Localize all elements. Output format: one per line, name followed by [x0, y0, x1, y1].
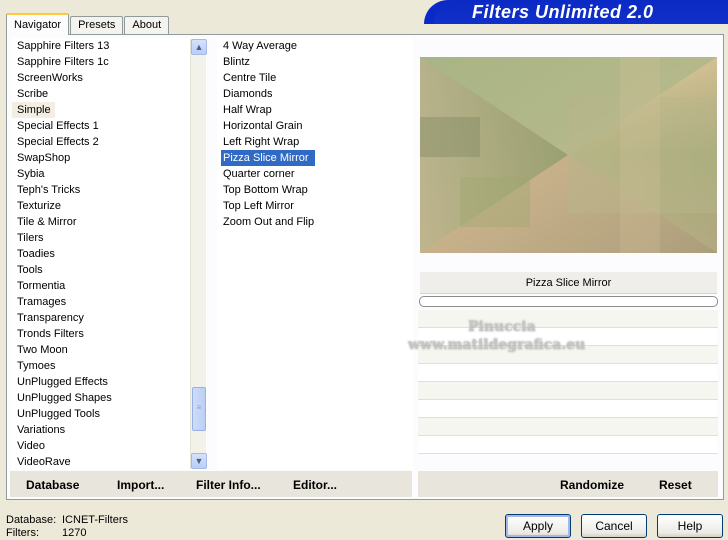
- category-item[interactable]: ScreenWorks: [12, 70, 207, 86]
- category-item[interactable]: Tormentia: [12, 278, 207, 294]
- filter-item[interactable]: Blintz: [217, 54, 413, 70]
- category-item[interactable]: SwapShop: [12, 150, 207, 166]
- preview-filter-name: Pizza Slice Mirror: [420, 272, 717, 294]
- scroll-down-arrow-icon[interactable]: ▼: [191, 453, 207, 469]
- category-item[interactable]: Texturize: [12, 198, 207, 214]
- category-item[interactable]: VideoRave: [12, 454, 207, 470]
- category-item[interactable]: UnPlugged Effects: [12, 374, 207, 390]
- filter-preview-image: [420, 57, 717, 253]
- category-item[interactable]: Tile & Mirror: [12, 214, 207, 230]
- category-item[interactable]: Sybia: [12, 166, 207, 182]
- database-label: Database:: [6, 514, 57, 526]
- filter-item[interactable]: Zoom Out and Flip: [217, 214, 413, 230]
- category-item[interactable]: Transparency: [12, 310, 207, 326]
- filter-item[interactable]: Left Right Wrap: [217, 134, 413, 150]
- link-bar-left: Database Import... Filter Info... Editor…: [10, 471, 412, 497]
- app-title: Filters Unlimited 2.0: [472, 2, 654, 22]
- filter-item[interactable]: 4 Way Average: [217, 38, 413, 54]
- apply-button[interactable]: Apply: [505, 514, 571, 538]
- category-item[interactable]: Toadies: [12, 246, 207, 262]
- category-item[interactable]: Tilers: [12, 230, 207, 246]
- preview-pattern: [420, 57, 717, 253]
- scroll-up-arrow-icon[interactable]: ▲: [191, 39, 207, 55]
- category-item[interactable]: Teph's Tricks: [12, 182, 207, 198]
- link-bar-right: Randomize Reset: [418, 471, 718, 497]
- filter-item[interactable]: Half Wrap: [217, 102, 413, 118]
- category-item[interactable]: UnPlugged Tools: [12, 406, 207, 422]
- randomize-button[interactable]: Randomize: [560, 478, 624, 492]
- category-item[interactable]: UnPlugged Shapes: [12, 390, 207, 406]
- filter-item[interactable]: Horizontal Grain: [217, 118, 413, 134]
- filter-info-button[interactable]: Filter Info...: [196, 478, 261, 492]
- filter-item[interactable]: Diamonds: [217, 86, 413, 102]
- filter-item[interactable]: Top Bottom Wrap: [217, 182, 413, 198]
- help-button[interactable]: Help: [657, 514, 723, 538]
- category-list[interactable]: Sapphire Filters 13 Sapphire Filters 1c Sc…: [12, 38, 207, 470]
- category-item[interactable]: Scribe: [12, 86, 207, 102]
- progress-bar: [419, 296, 718, 307]
- cancel-button[interactable]: Cancel: [581, 514, 647, 538]
- category-item[interactable]: Tymoes: [12, 358, 207, 374]
- category-item[interactable]: Variations: [12, 422, 207, 438]
- tab-navigator[interactable]: Navigator: [6, 13, 70, 35]
- filter-item[interactable]: Centre Tile: [217, 70, 413, 86]
- tab-about[interactable]: About: [124, 16, 170, 34]
- category-item[interactable]: Tramages: [12, 294, 207, 310]
- category-item[interactable]: Special Effects 1: [12, 118, 207, 134]
- filters-label: Filters:: [6, 527, 39, 539]
- category-item[interactable]: Simple: [12, 102, 55, 118]
- category-item[interactable]: Special Effects 2: [12, 134, 207, 150]
- status-info: Database: ICNET-Filters Filters: 1270: [6, 514, 128, 540]
- tab-strip: Navigator Presets About: [6, 12, 170, 35]
- category-item[interactable]: Tools: [12, 262, 207, 278]
- category-item[interactable]: Sapphire Filters 13: [12, 38, 207, 54]
- filters-count: 1270: [62, 527, 87, 539]
- reset-button[interactable]: Reset: [659, 478, 692, 492]
- filter-list[interactable]: 4 Way Average Blintz Centre Tile Diamonds Ha…: [217, 38, 413, 470]
- filter-item[interactable]: Pizza Slice Mirror: [221, 150, 315, 166]
- watermark: Pinuccia www.matildegrafica.eu: [408, 319, 586, 353]
- category-item[interactable]: Video: [12, 438, 207, 454]
- category-item[interactable]: Tronds Filters: [12, 326, 207, 342]
- database-button[interactable]: Database: [26, 478, 79, 492]
- filter-item[interactable]: Quarter corner: [217, 166, 413, 182]
- tab-presets[interactable]: Presets: [70, 16, 124, 34]
- import-button[interactable]: Import...: [117, 478, 164, 492]
- category-item[interactable]: Sapphire Filters 1c: [12, 54, 207, 70]
- title-banner: Filters Unlimited 2.0: [424, 0, 728, 24]
- category-item[interactable]: Two Moon: [12, 342, 207, 358]
- category-scrollbar[interactable]: ▲ ≡ ▼: [190, 39, 207, 469]
- database-value: ICNET-Filters: [62, 514, 128, 526]
- editor-button[interactable]: Editor...: [293, 478, 337, 492]
- scroll-thumb[interactable]: ≡: [192, 387, 206, 431]
- filter-item[interactable]: Top Left Mirror: [217, 198, 413, 214]
